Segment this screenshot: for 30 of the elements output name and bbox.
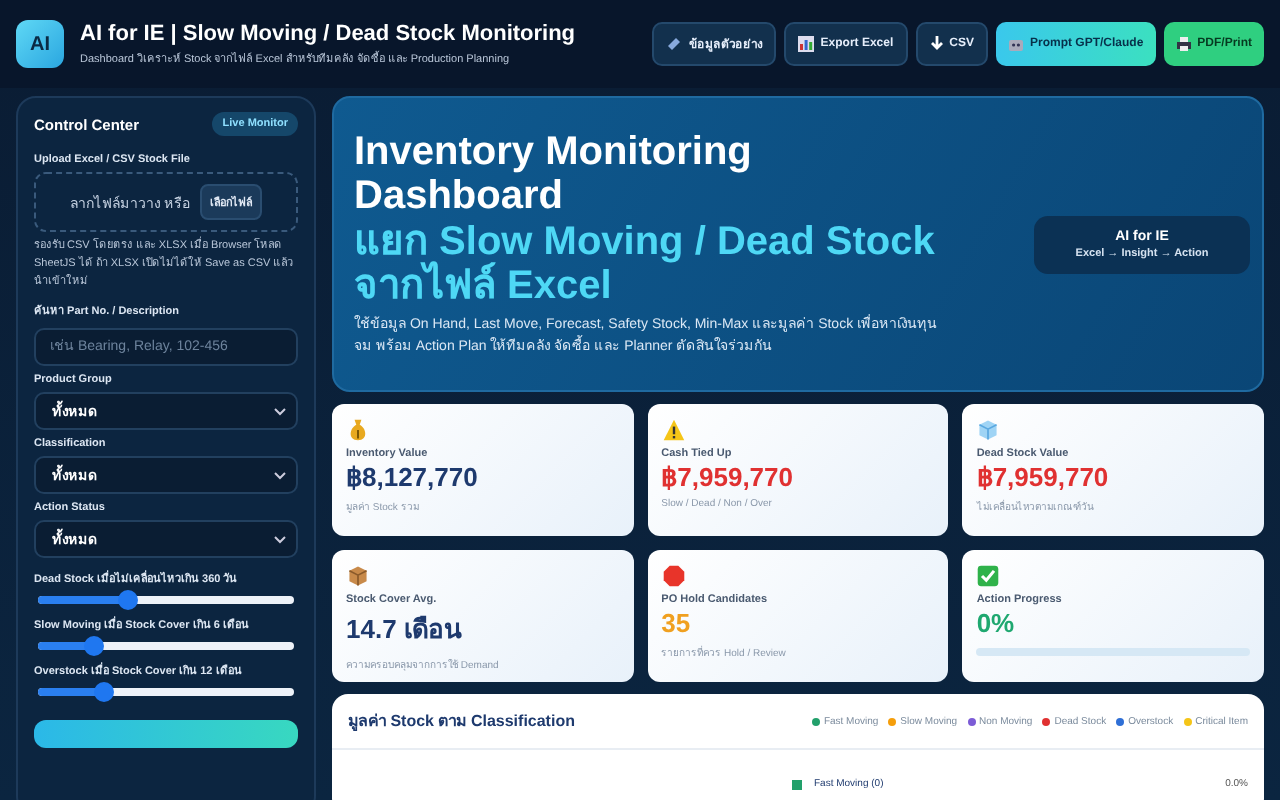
ice-cube-icon bbox=[976, 418, 1001, 442]
download-icon bbox=[929, 36, 944, 52]
chevron-icon bbox=[274, 471, 286, 479]
kpi-value: 14.7 เดือน bbox=[346, 612, 464, 648]
kpi-value: 0% bbox=[976, 608, 1017, 638]
box-icon bbox=[346, 564, 370, 588]
slider-thumb[interactable] bbox=[94, 682, 115, 702]
app-logo: AI bbox=[16, 20, 64, 68]
app-title: AI for IE | Slow Moving / Dead Stock Monitoring bbox=[80, 22, 578, 46]
threshold-slider[interactable] bbox=[38, 688, 294, 696]
hero-title: Inventory Monitoring Dashboard bbox=[354, 130, 754, 218]
slider-thumb[interactable] bbox=[84, 636, 105, 656]
kpi-value: ฿7,959,770 bbox=[661, 462, 795, 492]
kpi-value: 35 bbox=[661, 608, 693, 638]
bar-chart-icon bbox=[798, 36, 815, 52]
printer-icon bbox=[1175, 36, 1192, 52]
money-bag-icon bbox=[346, 418, 370, 442]
threshold-slider[interactable] bbox=[38, 642, 294, 650]
stop-sign-icon bbox=[661, 564, 686, 588]
robot-icon bbox=[1007, 36, 1024, 52]
chevron-icon bbox=[274, 407, 286, 415]
slider-thumb[interactable] bbox=[117, 590, 138, 610]
hero-highlight: แยก Slow Moving / Dead Stock จากไฟล์ Excel bbox=[354, 220, 937, 308]
threshold-slider[interactable] bbox=[38, 596, 294, 604]
chart-title: มูลค่า Stock ตาม Classification bbox=[348, 710, 575, 734]
kpi-value: ฿8,127,770 bbox=[346, 462, 480, 492]
check-icon bbox=[976, 564, 1001, 588]
kpi-value: ฿7,959,770 bbox=[976, 462, 1111, 492]
chevron-icon bbox=[274, 535, 286, 543]
warning-icon bbox=[661, 418, 686, 442]
